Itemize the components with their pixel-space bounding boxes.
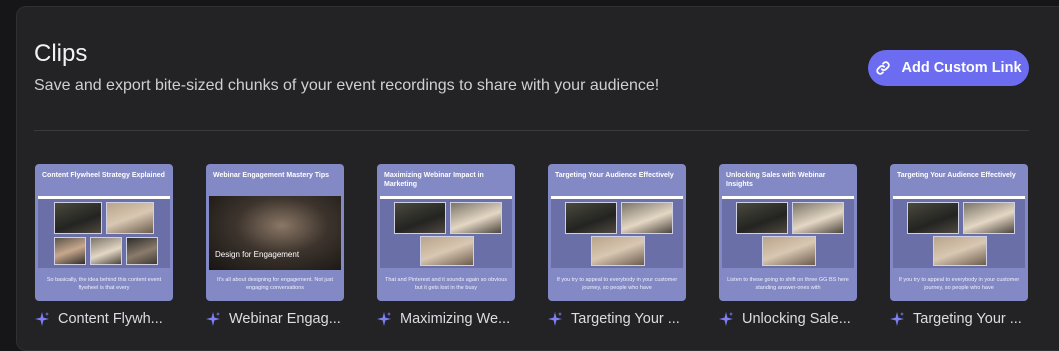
clip-thumbnail[interactable]: Maximizing Webinar Impact in Marketing T… <box>377 164 515 301</box>
thumbnail-title: Targeting Your Audience Effectively <box>555 172 674 179</box>
clip-label-text: Webinar Engag... <box>229 311 341 327</box>
clip-thumbnail[interactable]: Targeting Your Audience Effectively If y… <box>890 164 1028 301</box>
clip-label[interactable]: Targeting Your ... <box>548 311 686 327</box>
thumbnail-title: Webinar Engagement Mastery Tips <box>213 172 330 179</box>
clip-label[interactable]: Content Flywh... <box>35 311 173 327</box>
sparkle-icon <box>719 312 733 326</box>
thumbnail-caption: If you try to appeal to everybody in you… <box>556 277 678 291</box>
participant-tile <box>907 202 959 234</box>
clip-card[interactable]: Targeting Your Audience Effectively If y… <box>890 164 1028 327</box>
clip-thumbnail[interactable]: Content Flywheel Strategy Explained So b… <box>35 164 173 301</box>
thumbnail-title: Maximizing Webinar Impact in Marketing <box>384 172 484 188</box>
thumbnail-caption: If you try to appeal to everybody in you… <box>898 277 1020 291</box>
add-custom-link-button[interactable]: Add Custom Link <box>868 50 1029 86</box>
participant-tile <box>90 237 122 265</box>
video-grid <box>551 199 683 268</box>
participant-tile <box>792 202 844 234</box>
thumbnail-title: Targeting Your Audience Effectively <box>897 172 1016 179</box>
clip-card[interactable]: Content Flywheel Strategy Explained So b… <box>35 164 173 327</box>
sparkle-icon <box>890 312 904 326</box>
participant-tile <box>736 202 788 234</box>
divider <box>34 130 1029 131</box>
sparkle-icon <box>377 312 391 326</box>
clips-list: Content Flywheel Strategy Explained So b… <box>35 164 1028 327</box>
clip-card[interactable]: Unlocking Sales with Webinar Insights Li… <box>719 164 857 327</box>
clip-thumbnail[interactable]: Webinar Engagement Mastery Tips Design f… <box>206 164 344 301</box>
clip-label-text: Targeting Your ... <box>571 311 680 327</box>
video-overlay-text: Design for Engagement <box>215 250 300 259</box>
page-title: Clips <box>34 40 88 67</box>
participant-tile <box>54 237 86 265</box>
video-grid <box>380 199 512 268</box>
clip-thumbnail[interactable]: Unlocking Sales with Webinar Insights Li… <box>719 164 857 301</box>
sparkle-icon <box>548 312 562 326</box>
thumbnail-title: Content Flywheel Strategy Explained <box>42 172 165 179</box>
clip-label[interactable]: Maximizing We... <box>377 311 515 327</box>
clip-label[interactable]: Unlocking Sale... <box>719 311 857 327</box>
participant-tile <box>126 237 158 265</box>
thumbnail-title: Unlocking Sales with Webinar Insights <box>726 172 826 188</box>
clip-label-text: Maximizing We... <box>400 311 511 327</box>
participant-tile <box>591 236 645 266</box>
video-grid <box>38 199 170 268</box>
thumbnail-caption: That and Pinterest and it sounds again s… <box>385 277 507 291</box>
participant-tile <box>106 202 154 234</box>
thumbnail-caption: It's all about designing for engagement.… <box>216 277 333 291</box>
participant-tile <box>963 202 1015 234</box>
participant-tile <box>762 236 816 266</box>
video-grid <box>722 199 854 268</box>
participant-tile <box>933 236 987 266</box>
page-subtitle: Save and export bite-sized chunks of you… <box>34 77 660 94</box>
participant-tile <box>450 202 502 234</box>
participant-tile <box>420 236 474 266</box>
sparkle-icon <box>35 312 49 326</box>
clip-card[interactable]: Targeting Your Audience Effectively If y… <box>548 164 686 327</box>
sparkle-icon <box>206 312 220 326</box>
participant-tile <box>621 202 673 234</box>
participant-tile <box>565 202 617 234</box>
clip-label[interactable]: Targeting Your ... <box>890 311 1028 327</box>
add-custom-link-label: Add Custom Link <box>901 60 1022 76</box>
thumbnail-caption: So basically, the idea behind this conte… <box>46 277 162 291</box>
thumbnail-caption: Listen to these going to shift on three … <box>727 277 849 291</box>
clip-label-text: Content Flywh... <box>58 311 163 327</box>
clip-label[interactable]: Webinar Engag... <box>206 311 344 327</box>
clip-card[interactable]: Webinar Engagement Mastery Tips Design f… <box>206 164 344 327</box>
clip-card[interactable]: Maximizing Webinar Impact in Marketing T… <box>377 164 515 327</box>
clip-label-text: Targeting Your ... <box>913 311 1022 327</box>
video-grid <box>893 199 1025 268</box>
clip-thumbnail[interactable]: Targeting Your Audience Effectively If y… <box>548 164 686 301</box>
link-icon <box>876 61 891 75</box>
participant-tile <box>54 202 102 234</box>
participant-tile <box>394 202 446 234</box>
clip-label-text: Unlocking Sale... <box>742 311 851 327</box>
